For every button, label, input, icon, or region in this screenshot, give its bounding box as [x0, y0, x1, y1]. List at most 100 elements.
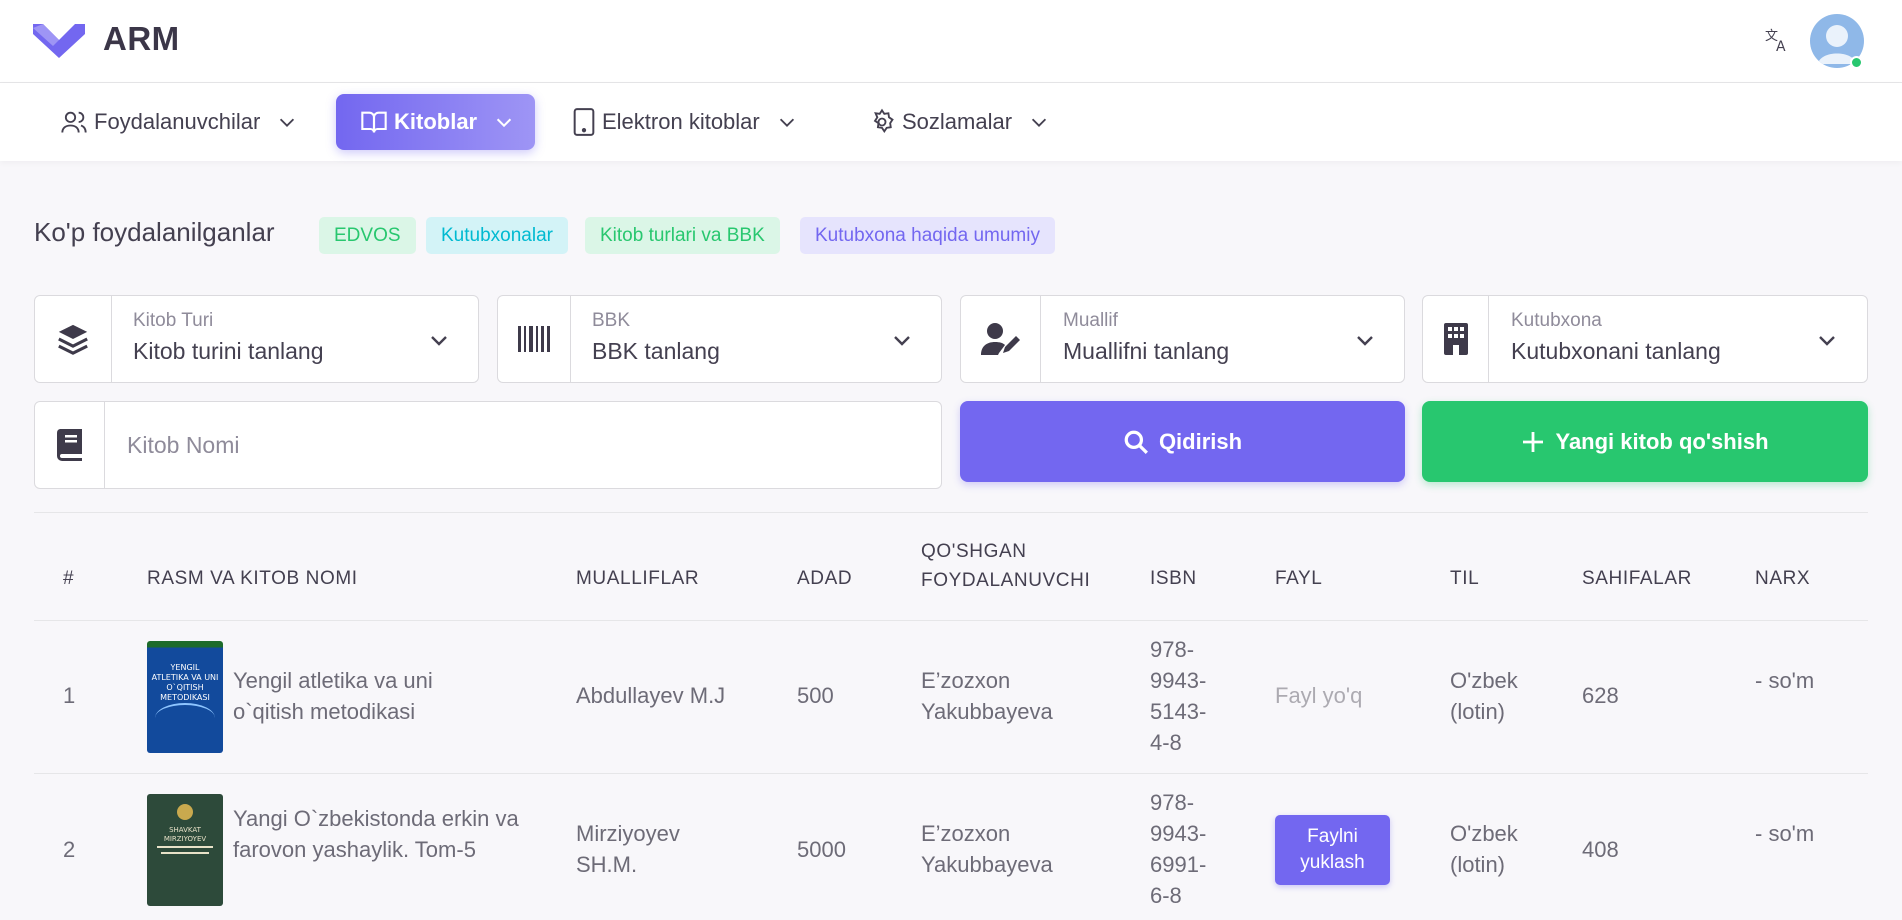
badge-kutubxonalar[interactable]: Kutubxonalar — [426, 217, 568, 254]
col-header-num: # — [63, 568, 75, 589]
badge-edvos[interactable]: EDVOS — [319, 217, 416, 254]
cell-pages: 408 — [1582, 837, 1619, 862]
barcode-icon — [518, 326, 550, 352]
col-header-file: FAYL — [1275, 568, 1323, 589]
page-title: Ko'p foydalanilganlar — [34, 217, 275, 247]
filter-label: Kutubxona — [1511, 310, 1602, 331]
col-header-isbn: ISBN — [1150, 568, 1197, 589]
logo-icon[interactable] — [33, 22, 85, 58]
book-type-select[interactable]: Kitob Turi Kitob turini tanlang — [34, 295, 479, 383]
cell-authors: Mirziyoyev SH.M. — [576, 821, 680, 877]
chevron-down-icon — [496, 118, 512, 128]
nav-item-label: Sozlamalar — [902, 109, 1013, 134]
cell-pages: 628 — [1582, 683, 1619, 708]
cover-text: SHAVKAT MIRZIYOYEV — [163, 826, 207, 843]
translate-icon[interactable]: 文 A — [1764, 26, 1792, 54]
filter-icon-box — [961, 296, 1041, 382]
top-bar: ARM 文 A — [0, 0, 1902, 83]
cell-isbn: 978-9943-5143-4-8 — [1150, 637, 1207, 755]
cell-lang: O'zbek (lotin) — [1450, 821, 1518, 877]
main-nav: Foydalanuvchilar Kitoblar Elektron kitob… — [0, 83, 1902, 161]
cell-authors: Abdullayev M.J — [576, 683, 726, 708]
nav-item-elektron-kitoblar[interactable]: Elektron kitoblar — [560, 94, 810, 150]
library-select[interactable]: Kutubxona Kutubxonani tanlang — [1422, 295, 1868, 383]
user-edit-icon — [980, 323, 1020, 355]
chevron-down-icon — [894, 336, 910, 346]
nav-item-label: Kitoblar — [394, 109, 478, 134]
book-name-search-box — [34, 401, 942, 489]
cover-decoration — [155, 703, 215, 733]
chevron-down-icon — [431, 336, 447, 346]
badge-kutubxona-haqida[interactable]: Kutubxona haqida umumiy — [800, 217, 1055, 254]
cover-decoration — [161, 852, 209, 854]
badge-kitob-turlari[interactable]: Kitob turlari va BBK — [585, 217, 780, 254]
add-book-button[interactable]: Yangi kitob qo'shish — [1422, 401, 1868, 482]
cell-num: 1 — [63, 683, 76, 708]
filter-icon-box — [1423, 296, 1489, 382]
cell-lang: O'zbek (lotin) — [1450, 668, 1518, 724]
col-header-count: ADAD — [797, 568, 853, 589]
chevron-down-icon — [1357, 336, 1373, 346]
book-name-input[interactable] — [127, 422, 907, 468]
filter-icon-box — [35, 402, 105, 488]
nav-item-label: Foydalanuvchilar — [94, 109, 261, 134]
filter-label: Muallif — [1063, 310, 1118, 331]
filter-icon-box — [498, 296, 571, 382]
app-title: ARM — [103, 20, 180, 57]
upload-file-button[interactable]: Faylni yuklash — [1275, 815, 1390, 885]
nav-item-label: Elektron kitoblar — [602, 109, 760, 134]
nav-item-sozlamalar[interactable]: Sozlamalar — [856, 94, 1062, 150]
filter-icon-box — [35, 296, 112, 382]
row-divider — [34, 620, 1868, 621]
tablet-icon — [573, 108, 595, 136]
chevron-down-icon — [1031, 118, 1047, 127]
chevron-down-icon — [280, 118, 295, 127]
filter-value: Muallifni tanlang — [1063, 338, 1230, 364]
chevron-down-icon — [1819, 336, 1835, 346]
chevron-down-icon — [779, 118, 794, 127]
author-select[interactable]: Muallif Muallifni tanlang — [960, 295, 1405, 383]
cell-added-by: E’zozxon Yakubbayeva — [921, 821, 1053, 877]
col-header-pages: SAHIFALAR — [1582, 568, 1692, 589]
cell-book-title[interactable]: Yangi O`zbekistonda erkin va farovon yas… — [233, 803, 523, 865]
cell-price: - so'm — [1755, 821, 1815, 846]
col-header-lang: TIL — [1450, 568, 1480, 589]
col-header-authors: MUALLIFLAR — [576, 568, 700, 589]
search-button[interactable]: Qidirish — [960, 401, 1405, 482]
section-divider — [34, 512, 1868, 513]
cell-file-status: Fayl yo'q — [1275, 683, 1363, 708]
book-icon — [56, 429, 82, 461]
search-icon — [1124, 430, 1148, 454]
cover-emblem — [177, 804, 193, 820]
users-icon — [61, 111, 87, 133]
col-header-title: RASM VA KITOB NOMI — [147, 568, 358, 589]
cover-decoration — [157, 846, 213, 848]
cell-book-title[interactable]: Yengil atletika va uni o`qitish metodika… — [233, 665, 473, 727]
nav-item-foydalanuvchilar[interactable]: Foydalanuvchilar — [48, 94, 310, 150]
cell-count: 500 — [797, 683, 834, 708]
cell-isbn: 978-9943-6991-6-8 — [1150, 790, 1207, 908]
book-cover-image[interactable]: YENGIL ATLETIKA VA UNI O`QITISH METODIKA… — [147, 641, 223, 753]
nav-item-kitoblar[interactable]: Kitoblar — [336, 94, 535, 150]
filter-value: Kutubxonani tanlang — [1511, 338, 1721, 364]
building-icon — [1443, 323, 1468, 355]
gear-icon — [873, 108, 894, 134]
col-header-added-by: QO'SHGAN FOYDALANUVCHI — [921, 541, 1091, 591]
filter-value: BBK tanlang — [592, 338, 720, 364]
col-header-price: NARX — [1755, 568, 1811, 589]
cell-price: - so'm — [1755, 668, 1815, 693]
filter-value: Kitob turini tanlang — [133, 338, 324, 364]
add-book-button-label: Yangi kitob qo'shish — [1555, 428, 1769, 454]
cell-count: 5000 — [797, 837, 846, 862]
online-status-dot — [1850, 56, 1863, 69]
book-cover-image[interactable]: SHAVKAT MIRZIYOYEV — [147, 794, 223, 906]
search-button-label: Qidirish — [1158, 428, 1243, 454]
row-divider — [34, 773, 1868, 774]
cover-text: YENGIL ATLETIKA VA UNI O`QITISH METODIKA… — [151, 663, 219, 702]
cell-num: 2 — [63, 837, 76, 862]
book-open-icon — [361, 111, 387, 133]
bbk-select[interactable]: BBK BBK tanlang — [497, 295, 942, 383]
svg-text:A: A — [1776, 39, 1786, 54]
plus-icon — [1523, 431, 1544, 452]
layers-icon — [58, 324, 88, 355]
